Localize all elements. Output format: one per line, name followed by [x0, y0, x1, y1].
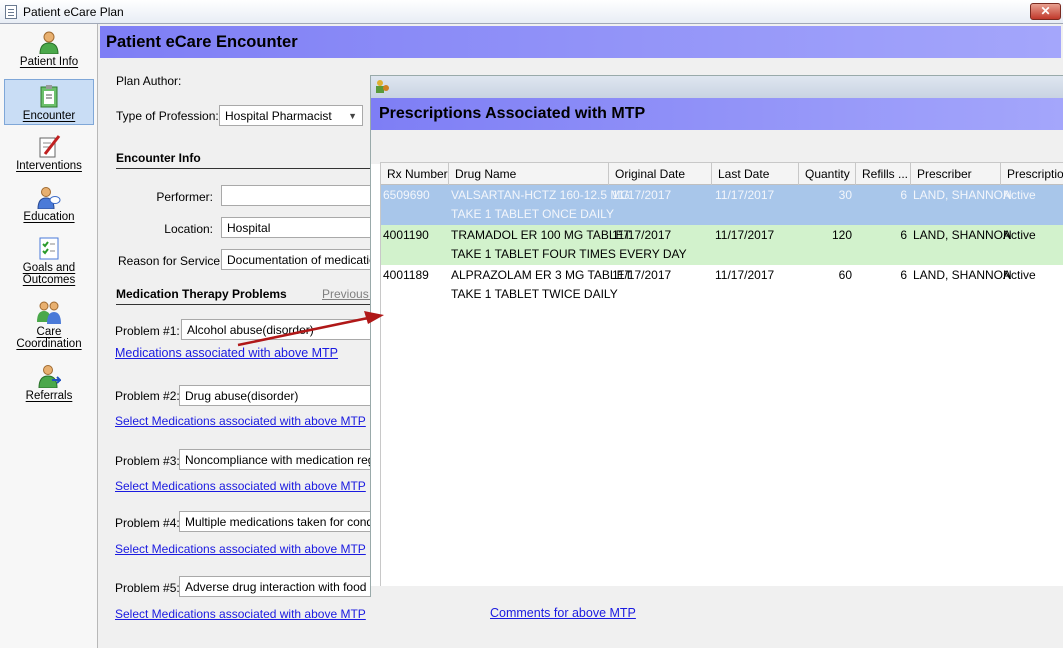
- prescriptions-grid: Rx Number Drug Name Original Date Last D…: [380, 162, 1063, 586]
- column-header-rx-number[interactable]: Rx Number: [381, 163, 449, 185]
- sidebar-item-patient-info[interactable]: Patient Info: [4, 30, 94, 76]
- column-header-last-date[interactable]: Last Date: [712, 163, 799, 185]
- column-header-refills[interactable]: Refills ...: [856, 163, 911, 185]
- window-title: Patient eCare Plan: [23, 5, 124, 19]
- problem-4-label: Problem #4:: [115, 516, 180, 530]
- problem-1-medications-link[interactable]: Medications associated with above MTP: [115, 346, 338, 360]
- popup-title: Prescriptions Associated with MTP: [379, 105, 646, 122]
- problem-2-select[interactable]: Drug abuse(disorder): [179, 385, 381, 406]
- app-icon: [5, 5, 17, 19]
- column-header-prescription[interactable]: Prescription: [1001, 163, 1063, 185]
- popup-footer: [371, 586, 1063, 598]
- column-header-drug-name[interactable]: Drug Name: [449, 163, 609, 185]
- page-title: Patient eCare Encounter: [106, 33, 298, 51]
- table-row[interactable]: 4001189 ALPRAZOLAM ER 3 MG TABLET 11/17/…: [381, 265, 1063, 305]
- sidebar-item-goals-and-outcomes[interactable]: Goals and Outcomes: [4, 236, 94, 294]
- problem-5-medications-link[interactable]: Select Medications associated with above…: [115, 607, 366, 621]
- window-titlebar: Patient eCare Plan ✕: [0, 0, 1063, 24]
- problem-4-medications-link[interactable]: Select Medications associated with above…: [115, 542, 366, 556]
- column-header-prescriber[interactable]: Prescriber: [911, 163, 1001, 185]
- location-label: Location:: [164, 222, 213, 236]
- clipboard-icon: [37, 84, 61, 108]
- popup-header: Prescriptions Associated with MTP: [371, 98, 1063, 130]
- people-pill-icon: [375, 79, 389, 93]
- sidebar-item-education[interactable]: Education: [4, 185, 94, 231]
- grid-header: Rx Number Drug Name Original Date Last D…: [381, 163, 1063, 185]
- problem-1-select[interactable]: Alcohol abuse(disorder): [181, 319, 381, 340]
- problem-2-medications-link[interactable]: Select Medications associated with above…: [115, 414, 366, 428]
- column-header-quantity[interactable]: Quantity: [799, 163, 856, 185]
- performer-field[interactable]: [221, 185, 381, 206]
- problem-2-label: Problem #2:: [115, 389, 180, 403]
- problem-5-label: Problem #5:: [115, 581, 180, 595]
- problem-3-label: Problem #3:: [115, 454, 180, 468]
- person-icon: [37, 30, 61, 55]
- sidebar-item-referrals[interactable]: Referrals: [4, 364, 94, 410]
- popup-titlebar: [371, 76, 1063, 98]
- location-select[interactable]: Hospital: [221, 217, 381, 238]
- sidebar-item-care-coordination[interactable]: Care Coordination: [4, 300, 94, 358]
- close-button[interactable]: ✕: [1030, 3, 1061, 20]
- person-chat-icon: [37, 185, 61, 210]
- reason-select[interactable]: Documentation of medication r: [221, 249, 381, 270]
- problem-4-select[interactable]: Multiple medications taken for condition: [179, 511, 381, 532]
- pencil-checklist-icon: [37, 134, 61, 158]
- sidebar-item-encounter[interactable]: Encounter: [4, 79, 94, 125]
- problem-1-label: Problem #1:: [115, 324, 180, 338]
- popup-toolbar-area: [371, 130, 1063, 164]
- table-row[interactable]: 6509690 VALSARTAN-HCTZ 160-12.5 MG 11/17…: [381, 185, 1063, 225]
- problem-5-select[interactable]: Adverse drug interaction with food (dis: [179, 576, 381, 597]
- problem-3-medications-link[interactable]: Select Medications associated with above…: [115, 479, 366, 493]
- profession-select[interactable]: Hospital Pharmacist ▼: [219, 105, 363, 126]
- sidebar: Patient Info Encounter Interventions Edu…: [0, 24, 98, 648]
- plan-author-label: Plan Author:: [116, 74, 182, 88]
- performer-label: Performer:: [156, 190, 213, 204]
- checklist-icon: [37, 236, 61, 260]
- chevron-down-icon: ▼: [348, 111, 357, 121]
- reason-for-service-label: Reason for Service:: [118, 254, 224, 268]
- people-icon: [37, 300, 61, 324]
- prescriptions-popup: Prescriptions Associated with MTP Rx Num…: [370, 75, 1063, 598]
- encounter-info-heading: Encounter Info: [116, 151, 376, 169]
- column-header-original-date[interactable]: Original Date: [609, 163, 712, 185]
- table-row[interactable]: 4001190 TRAMADOL ER 100 MG TABLET 11/17/…: [381, 225, 1063, 265]
- profession-label: Type of Profession:: [116, 109, 219, 123]
- problem-3-select[interactable]: Noncompliance with medication regimen: [179, 449, 381, 470]
- comments-link[interactable]: Comments for above MTP: [490, 606, 636, 620]
- person-arrow-icon: [37, 364, 63, 389]
- sidebar-item-interventions[interactable]: Interventions: [4, 134, 94, 180]
- page-header: Patient eCare Encounter: [100, 26, 1061, 58]
